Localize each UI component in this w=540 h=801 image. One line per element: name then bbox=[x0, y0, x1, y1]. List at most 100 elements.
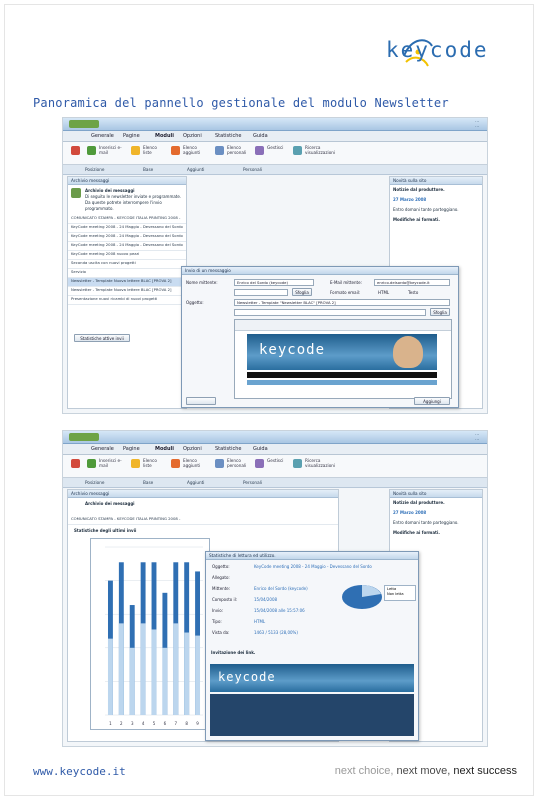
menu-item-moduli[interactable]: Moduli bbox=[155, 133, 174, 139]
sub-aggiunti[interactable]: Aggiunti bbox=[187, 480, 204, 485]
tool-search[interactable]: Ricerca visualizzazioni bbox=[305, 458, 339, 468]
lists-icon[interactable] bbox=[131, 146, 140, 155]
stats-dialog: Statistiche di lettura ed utilizzo. Ogge… bbox=[205, 551, 419, 741]
menu-item-guida[interactable]: Guida bbox=[253, 446, 268, 452]
format-text-radio[interactable]: Testo bbox=[408, 290, 418, 295]
menu-item-statistiche[interactable]: Statistiche bbox=[215, 133, 242, 139]
sub-posizione[interactable]: Posizione bbox=[85, 480, 104, 485]
tool-manage[interactable]: Gestisci bbox=[267, 145, 287, 150]
list-item[interactable]: Presentazione nuovi ricambi di nuovi pro… bbox=[68, 296, 186, 305]
tool-manage[interactable]: Gestisci bbox=[267, 458, 287, 463]
sender-field[interactable]: Enrico del Sordo (keycode) bbox=[234, 279, 314, 286]
manage-icon[interactable] bbox=[255, 146, 264, 155]
sub-base[interactable]: Base bbox=[143, 480, 153, 485]
stat-value: 1463 / 5133 (28,00%) bbox=[254, 630, 298, 635]
added-icon[interactable] bbox=[171, 146, 180, 155]
format-html-radio[interactable]: HTML bbox=[378, 290, 389, 295]
list-item[interactable]: COMUNICATO STAMPA - KEYCODE ITALIA PRINT… bbox=[68, 516, 338, 525]
menu-item-generale[interactable]: Generale bbox=[91, 133, 114, 139]
sub-aggiunti[interactable]: Aggiunti bbox=[187, 167, 204, 172]
attach-browse-button[interactable]: Sfoglia bbox=[430, 308, 450, 316]
sub-posizione[interactable]: Posizione bbox=[85, 167, 104, 172]
stat-value: HTML bbox=[254, 619, 266, 624]
footer-url[interactable]: www.keycode.it bbox=[33, 765, 126, 778]
added-icon[interactable] bbox=[171, 459, 180, 468]
sub-base[interactable]: Base bbox=[143, 167, 153, 172]
search-icon[interactable] bbox=[293, 146, 302, 155]
list-item[interactable]: KeyCode meeting 2008 - 24 Maggio - Deves… bbox=[68, 242, 186, 251]
send-button[interactable]: Aggiungi bbox=[414, 397, 450, 405]
bar-read bbox=[118, 623, 124, 715]
list-item[interactable]: KeyCode meeting 2008 nuovo pezzi bbox=[68, 251, 186, 260]
personal-icon[interactable] bbox=[215, 459, 224, 468]
sub-personali[interactable]: Personali bbox=[243, 480, 262, 485]
stats-button[interactable]: Statistiche attive invii bbox=[74, 334, 130, 342]
menu-item-generale[interactable]: Generale bbox=[91, 446, 114, 452]
home-icon[interactable] bbox=[69, 433, 99, 441]
home-icon[interactable] bbox=[69, 120, 99, 128]
html-editor[interactable]: keycode bbox=[234, 319, 452, 399]
sub-personali[interactable]: Personali bbox=[243, 167, 262, 172]
menu-item-opzioni[interactable]: Opzioni bbox=[183, 133, 202, 139]
tool-personal[interactable]: Elenco personali bbox=[227, 145, 249, 155]
stat-value: Enrico del Sordo (keycode) bbox=[254, 586, 308, 591]
list-item[interactable]: KeyCode meeting 2008 - 24 Maggio - Deves… bbox=[68, 224, 186, 233]
bar-read bbox=[140, 623, 146, 715]
compose-dialog-title: Invio di un messaggio bbox=[182, 267, 458, 275]
tool-personal[interactable]: Elenco personali bbox=[227, 458, 249, 468]
section-bar: Posizione Base Aggiunti Personali bbox=[63, 165, 487, 175]
x-tick-label: 8 bbox=[185, 721, 188, 726]
attachment-field[interactable] bbox=[234, 309, 426, 316]
list-item[interactable]: Servizio bbox=[68, 269, 186, 278]
logo-text: keycode bbox=[386, 38, 489, 62]
tagline-part-2: next move, bbox=[396, 765, 454, 777]
list-item[interactable]: Newsletter - Template Nuova lettere BLAC… bbox=[68, 278, 186, 287]
browse-button[interactable]: Sfoglia bbox=[292, 288, 312, 296]
module-toolbar: Inserisci e-mail Elenco liste Elenco agg… bbox=[63, 142, 487, 165]
stat-value: 15/04/2008 alle 15:57:06 bbox=[254, 608, 305, 613]
main-menu: Generale Pagine Moduli Opzioni Statistic… bbox=[63, 444, 487, 455]
lists-icon[interactable] bbox=[131, 459, 140, 468]
manage-icon[interactable] bbox=[255, 459, 264, 468]
menu-item-moduli[interactable]: Moduli bbox=[155, 446, 174, 452]
menu-item-guida[interactable]: Guida bbox=[253, 133, 268, 139]
menu-item-pagine[interactable]: Pagine bbox=[123, 133, 140, 139]
tool-insert-mail[interactable]: Inserisci e-mail bbox=[99, 145, 125, 155]
back-icon[interactable] bbox=[71, 146, 80, 155]
invitation-label: Invitazione dei link. bbox=[211, 650, 256, 655]
list-item[interactable]: Seconda uscita con nuovi progetti bbox=[68, 260, 186, 269]
insert-mail-icon[interactable] bbox=[87, 459, 96, 468]
subject-field[interactable]: Newsletter - Template "Newsletter BLAC" … bbox=[234, 299, 450, 306]
menu-item-opzioni[interactable]: Opzioni bbox=[183, 446, 202, 452]
tool-insert-mail[interactable]: Inserisci e-mail bbox=[99, 458, 125, 468]
bar-read bbox=[129, 647, 135, 715]
search-icon[interactable] bbox=[293, 459, 302, 468]
x-tick-label: 1 bbox=[109, 721, 112, 726]
news-date: 27 Marzo 2008 bbox=[393, 197, 427, 202]
tool-added[interactable]: Elenco aggiunti bbox=[183, 145, 207, 155]
back-button[interactable] bbox=[186, 397, 216, 405]
list-item[interactable]: COMUNICATO STAMPA - KEYCODE ITALIA PRINT… bbox=[68, 215, 186, 224]
stat-label: Oggetto: bbox=[212, 564, 230, 569]
list-item[interactable]: Newsletter - Template Nuova lettere BLAC… bbox=[68, 287, 186, 296]
tool-lists[interactable]: Elenco liste bbox=[143, 145, 163, 155]
back-icon[interactable] bbox=[71, 459, 80, 468]
banner-strip bbox=[247, 372, 437, 378]
recipient-select[interactable] bbox=[234, 289, 288, 296]
menu-item-statistiche[interactable]: Statistiche bbox=[215, 446, 242, 452]
stat-label: Vista da: bbox=[212, 630, 230, 635]
x-tick-label: 2 bbox=[120, 721, 123, 726]
personal-icon[interactable] bbox=[215, 146, 224, 155]
insert-mail-icon[interactable] bbox=[87, 146, 96, 155]
stats-dialog-title: Statistiche di lettura ed utilizzo. bbox=[206, 552, 418, 560]
news-heading: Notizie dal produttore. bbox=[393, 500, 445, 505]
menu-item-pagine[interactable]: Pagine bbox=[123, 446, 140, 452]
email-field[interactable]: enrico.delsordo@keycode.it bbox=[374, 279, 450, 286]
list-item[interactable]: KeyCode meeting 2008 - 24 Maggio - Deves… bbox=[68, 233, 186, 242]
version-info: ··· ··· bbox=[475, 119, 479, 129]
tool-added[interactable]: Elenco aggiunti bbox=[183, 458, 207, 468]
tool-search[interactable]: Ricerca visualizzazioni bbox=[305, 145, 339, 155]
app-titlebar: ··· ··· bbox=[63, 118, 487, 131]
tool-lists[interactable]: Elenco liste bbox=[143, 458, 163, 468]
message-list: COMUNICATO STAMPA - KEYCODE ITALIA PRINT… bbox=[68, 516, 338, 525]
